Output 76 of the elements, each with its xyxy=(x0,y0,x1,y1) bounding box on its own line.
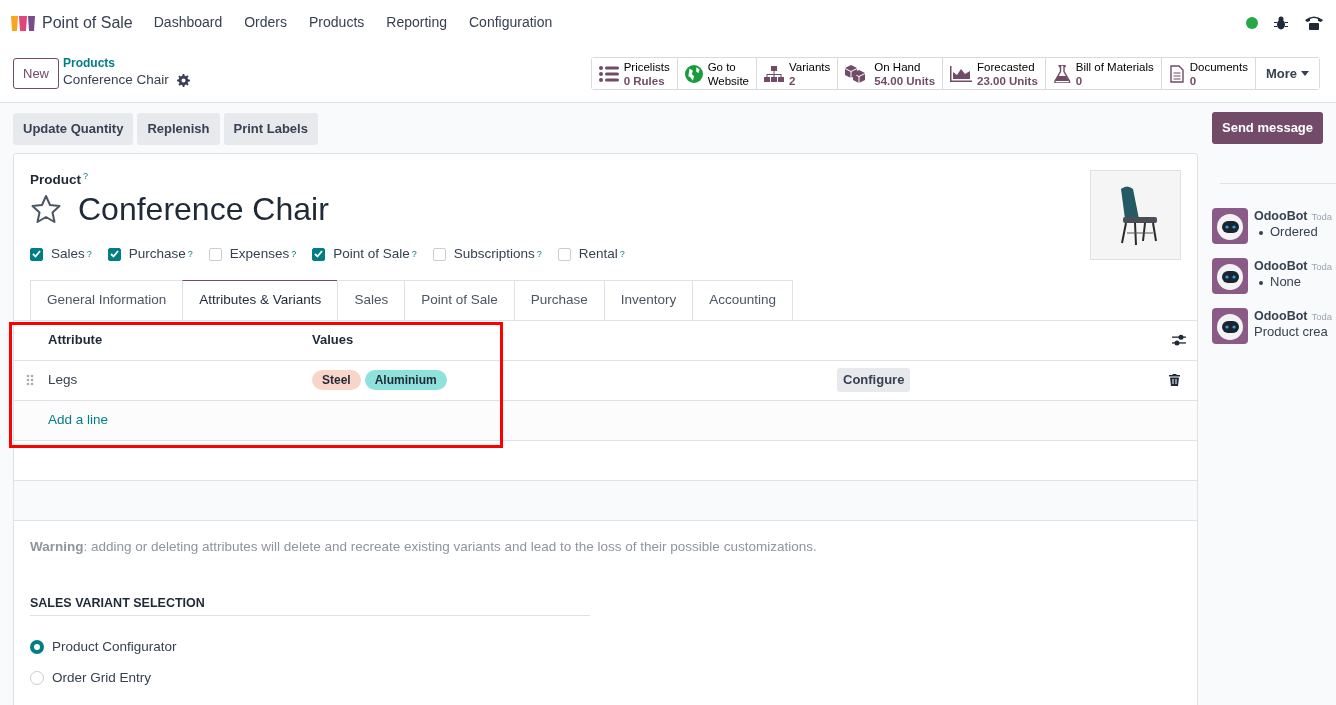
menu-item[interactable]: Configuration xyxy=(469,12,553,33)
menu-item[interactable]: Reporting xyxy=(386,12,447,33)
bug-icon[interactable] xyxy=(1274,15,1288,30)
radio-label: Order Grid Entry xyxy=(52,669,152,687)
table-cell-text: Legs xyxy=(48,371,79,389)
message-text: Product crea xyxy=(1254,324,1329,342)
checkbox-label: Purchase xyxy=(128,245,186,264)
add-line-link[interactable]: Add a line xyxy=(48,410,109,431)
bullet-icon xyxy=(1259,231,1263,236)
message-text: Ordered xyxy=(1270,224,1318,242)
message-author: OdooBot xyxy=(1254,258,1308,275)
message-author: OdooBot xyxy=(1254,208,1308,225)
section-title: SALES VARIANT SELECTION xyxy=(30,593,590,616)
message-time: Toda xyxy=(1311,211,1333,224)
caret-icon xyxy=(1301,71,1309,76)
checkbox[interactable] xyxy=(30,247,43,261)
value-tag: Aluminium xyxy=(364,370,447,391)
form-tab[interactable]: Accounting xyxy=(692,280,794,320)
smart-button[interactable]: Pricelists 0 Rules xyxy=(591,58,678,89)
delete-icon[interactable] xyxy=(1169,374,1180,387)
help-mark[interactable]: ? xyxy=(536,247,542,261)
help-mark[interactable]: ? xyxy=(411,247,417,261)
bullet-icon xyxy=(1259,281,1263,286)
warning-text: Warning: adding or deleting attributes will delete and recreate existing variants and lead to the loss of their possible customizations. xyxy=(30,537,818,556)
action-button[interactable]: Update Quantity xyxy=(13,113,134,145)
bot-avatar xyxy=(1212,308,1248,344)
send-message-button[interactable]: Send message xyxy=(1212,112,1324,144)
help-mark[interactable]: ? xyxy=(83,169,89,190)
checkbox-label: Sales xyxy=(51,245,85,264)
column-settings-icon[interactable] xyxy=(1172,334,1186,347)
action-button[interactable]: Replenish xyxy=(137,113,220,145)
action-button[interactable]: Print Labels xyxy=(223,113,318,145)
menu-item[interactable]: Dashboard xyxy=(153,12,223,33)
form-tab[interactable]: General Information xyxy=(30,280,184,320)
star-icon[interactable] xyxy=(30,193,62,224)
menu-item[interactable]: Orders xyxy=(244,12,288,33)
bot-avatar xyxy=(1212,208,1248,244)
menu-item[interactable]: Products xyxy=(309,12,365,33)
checkbox[interactable] xyxy=(107,247,121,261)
app-name[interactable]: Point of Sale xyxy=(42,10,133,35)
column-header: Values xyxy=(312,331,354,350)
settings-icon[interactable] xyxy=(176,73,190,87)
help-mark[interactable]: ? xyxy=(619,247,625,261)
globe-icon xyxy=(684,64,703,83)
product-name: Conference Chair xyxy=(78,189,329,229)
checkbox-label: Rental xyxy=(578,245,618,264)
new-button[interactable]: New xyxy=(13,57,59,90)
checkbox-label: Point of Sale xyxy=(333,245,410,264)
document-icon xyxy=(1168,64,1185,83)
value-tag: Steel xyxy=(312,370,361,391)
help-mark[interactable]: ? xyxy=(291,247,297,261)
drag-handle-icon[interactable] xyxy=(26,374,34,387)
radio-label: Product Configurator xyxy=(52,638,177,656)
checkbox-label: Subscriptions xyxy=(453,245,535,264)
help-mark[interactable]: ? xyxy=(187,247,193,261)
breadcrumb-link[interactable]: Products xyxy=(63,56,190,70)
bot-avatar xyxy=(1212,258,1248,294)
help-mark[interactable]: ? xyxy=(86,247,92,261)
phone-icon[interactable] xyxy=(1304,14,1324,31)
message-time: Toda xyxy=(1311,261,1333,274)
flask-icon xyxy=(1052,64,1071,83)
message-time: Toda xyxy=(1311,311,1333,324)
list-icon xyxy=(598,64,619,83)
radio-button[interactable] xyxy=(30,640,44,655)
checkbox[interactable] xyxy=(312,247,326,261)
hierarchy-icon xyxy=(764,64,784,83)
area-chart-icon xyxy=(950,64,973,83)
column-header: Attribute xyxy=(48,331,104,350)
status-dot xyxy=(1246,16,1258,29)
breadcrumb-current: Conference Chair xyxy=(63,70,169,89)
app-logo-icon xyxy=(10,13,36,32)
checkbox-label: Expenses xyxy=(229,245,290,264)
configure-button[interactable]: Configure xyxy=(837,368,911,392)
message-author: OdooBot xyxy=(1254,308,1308,325)
field-label: Product xyxy=(30,170,81,189)
message-text: None xyxy=(1270,274,1302,292)
